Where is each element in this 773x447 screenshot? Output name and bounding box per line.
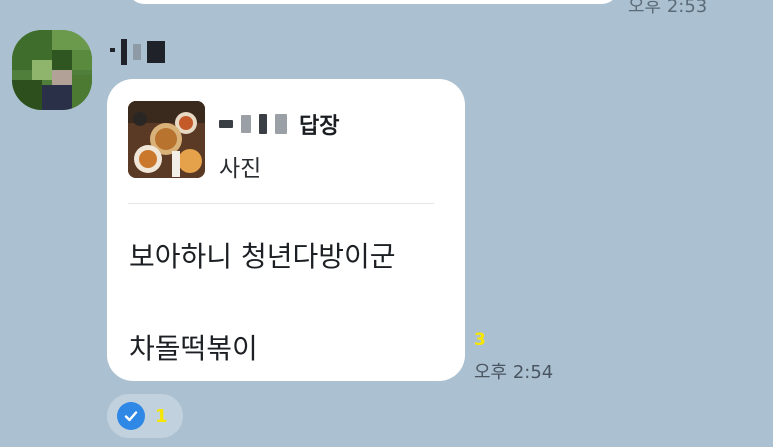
- message-text-line-2: 차돌떡볶이: [129, 332, 258, 365]
- check-icon: [117, 402, 145, 430]
- message-bubble[interactable]: 답장 사진 보아하니 청년다방이군 차돌떡볶이: [107, 79, 465, 381]
- reply-subtitle: 사진: [219, 156, 262, 182]
- reply-divider: [128, 203, 434, 204]
- food-photo-thumbnail[interactable]: [128, 101, 205, 178]
- unread-count: 3: [474, 330, 486, 350]
- avatar[interactable]: [12, 30, 92, 110]
- reaction-count: 1: [155, 405, 168, 427]
- reply-title: 답장: [299, 114, 340, 139]
- message-text-line-1: 보아하니 청년다방이군: [129, 240, 396, 273]
- reaction-chip[interactable]: 1: [107, 394, 183, 438]
- previous-message-time: 오후 2:53: [628, 0, 708, 17]
- previous-message-bubble[interactable]: [128, 0, 618, 4]
- message-time: 오후 2:54: [474, 362, 554, 383]
- sender-name: [110, 38, 165, 66]
- reply-header: 답장: [219, 109, 339, 139]
